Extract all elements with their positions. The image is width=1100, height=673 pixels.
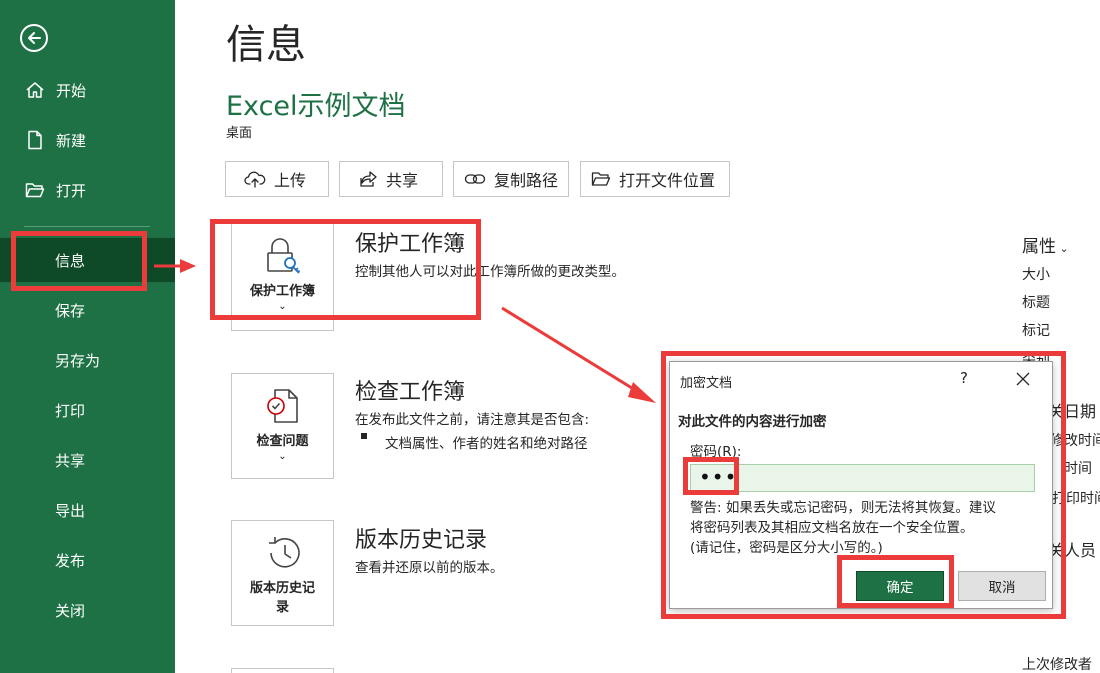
related-people-partial: 关人员	[1048, 541, 1097, 560]
sidebar-item-label: 打印	[55, 401, 86, 420]
property-title: 标题	[1022, 295, 1050, 311]
sidebar-item-open[interactable]: 打开	[0, 168, 175, 212]
sidebar-item-home[interactable]: 开始	[0, 68, 175, 112]
warning-line: 警告: 如果丢失或忘记密码，则无法将其恢复。建议	[690, 500, 996, 516]
open-file-location-label: 打开文件位置	[619, 171, 716, 190]
chevron-down-icon: ⌄	[278, 451, 287, 462]
open-folder-icon	[24, 179, 46, 201]
sidebar-item-info[interactable]: 信息	[0, 238, 175, 282]
copy-path-label: 复制路径	[494, 171, 559, 190]
share-icon	[358, 170, 378, 188]
partial-tile	[231, 668, 334, 673]
dialog-heading: 对此文件的内容进行加密	[678, 414, 827, 430]
sidebar-item-new[interactable]: 新建	[0, 118, 175, 162]
sidebar-item-publish[interactable]: 发布	[0, 538, 175, 582]
created-time-partial: 时间	[1064, 461, 1092, 477]
version-history-desc: 查看并还原以前的版本。	[355, 560, 504, 576]
properties-header[interactable]: 属性 ⌄	[1022, 232, 1069, 257]
dialog-title: 加密文档	[680, 376, 733, 391]
backstage-sidebar: 开始 新建 打开 信息 保存 另存为 打印 共享 导出 发布 关闭	[0, 0, 175, 673]
sidebar-item-share[interactable]: 共享	[0, 438, 175, 482]
sidebar-divider	[24, 226, 150, 227]
sidebar-item-label: 新建	[56, 131, 87, 150]
lock-key-icon	[263, 236, 303, 280]
upload-label: 上传	[274, 171, 307, 190]
modified-time-partial: 修改时间	[1050, 433, 1100, 449]
help-icon[interactable]: ?	[960, 369, 968, 387]
page-title: 信息	[226, 22, 306, 68]
upload-button[interactable]: 上传	[225, 161, 329, 197]
sidebar-item-label: 打开	[56, 181, 87, 200]
folder-icon	[591, 171, 611, 187]
history-clock-icon	[263, 533, 303, 577]
share-label: 共享	[386, 171, 419, 190]
sidebar-item-label: 信息	[55, 251, 86, 270]
tile-label: 录	[275, 600, 289, 615]
check-issues-tile[interactable]: 检查问题 ⌄	[231, 373, 334, 479]
sidebar-item-label: 开始	[56, 81, 87, 100]
sidebar-item-export[interactable]: 导出	[0, 488, 175, 532]
property-size: 大小	[1022, 267, 1050, 283]
tile-label: 版本历史记	[249, 581, 315, 596]
inspect-document-icon	[263, 386, 303, 430]
tile-label: 保护工作簿	[249, 284, 315, 299]
sidebar-item-label: 保存	[55, 301, 86, 320]
new-file-icon	[24, 129, 46, 151]
dialog-warning: 警告: 如果丢失或忘记密码，则无法将其恢复。建议 将密码列表及其相应文档名放在一…	[690, 498, 1038, 558]
close-icon[interactable]	[1014, 370, 1032, 388]
sidebar-item-label: 导出	[55, 501, 86, 520]
link-icon	[464, 171, 486, 187]
protect-workbook-tile[interactable]: 保护工作簿 ⌄	[231, 221, 334, 331]
chevron-down-icon: ⌄	[1056, 242, 1069, 255]
warning-line: 将密码列表及其相应文档名放在一个安全位置。	[690, 520, 974, 536]
tile-label: 检查问题	[256, 434, 309, 449]
sidebar-item-close[interactable]: 关闭	[0, 588, 175, 632]
warning-line: (请记住，密码是区分大小写的。)	[690, 540, 883, 556]
sidebar-item-save[interactable]: 保存	[0, 288, 175, 332]
inspect-workbook-desc: 在发布此文件之前，请注意其是否包含:	[355, 412, 590, 428]
sidebar-item-label: 关闭	[55, 601, 86, 620]
copy-path-button[interactable]: 复制路径	[453, 161, 569, 197]
last-modified-by: 上次修改者	[1022, 657, 1092, 673]
bullet-marker	[361, 433, 367, 439]
share-button[interactable]: 共享	[339, 161, 443, 197]
sidebar-item-label: 共享	[55, 451, 86, 470]
properties-header-label: 属性	[1022, 237, 1056, 257]
property-tags: 标记	[1022, 323, 1050, 339]
home-icon	[24, 79, 46, 101]
version-history-title: 版本历史记录	[355, 528, 488, 553]
upload-cloud-icon	[244, 170, 266, 188]
back-arrow-icon[interactable]	[20, 24, 48, 52]
inspect-workbook-title: 检查工作簿	[355, 380, 466, 405]
protect-workbook-desc: 控制其他人可以对此工作簿所做的更改类型。	[355, 264, 625, 280]
password-field[interactable]: •••	[690, 464, 1035, 492]
sidebar-item-print[interactable]: 打印	[0, 388, 175, 432]
sidebar-item-label: 另存为	[55, 351, 101, 370]
encrypt-document-dialog: 加密文档 ? 对此文件的内容进行加密 密码(R): ••• 警告: 如果丢失或忘…	[669, 361, 1053, 609]
cancel-button[interactable]: 取消	[958, 571, 1046, 601]
chevron-down-icon: ⌄	[278, 301, 287, 312]
version-history-tile[interactable]: 版本历史记 录	[231, 520, 334, 626]
arrow-to-dialog	[501, 306, 656, 403]
protect-workbook-title: 保护工作簿	[355, 232, 466, 257]
inspect-workbook-bullet: 文档属性、作者的姓名和绝对路径	[385, 436, 588, 452]
related-dates-partial: 关日期	[1048, 402, 1097, 421]
document-location: 桌面	[226, 126, 253, 141]
open-file-location-button[interactable]: 打开文件位置	[580, 161, 730, 197]
sidebar-item-label: 发布	[55, 551, 86, 570]
document-name: Excel示例文档	[226, 91, 406, 122]
sidebar-item-save-as[interactable]: 另存为	[0, 338, 175, 382]
printed-time-partial: 打印时间	[1052, 491, 1100, 507]
ok-button[interactable]: 确定	[856, 571, 944, 601]
password-label: 密码(R):	[690, 444, 742, 460]
